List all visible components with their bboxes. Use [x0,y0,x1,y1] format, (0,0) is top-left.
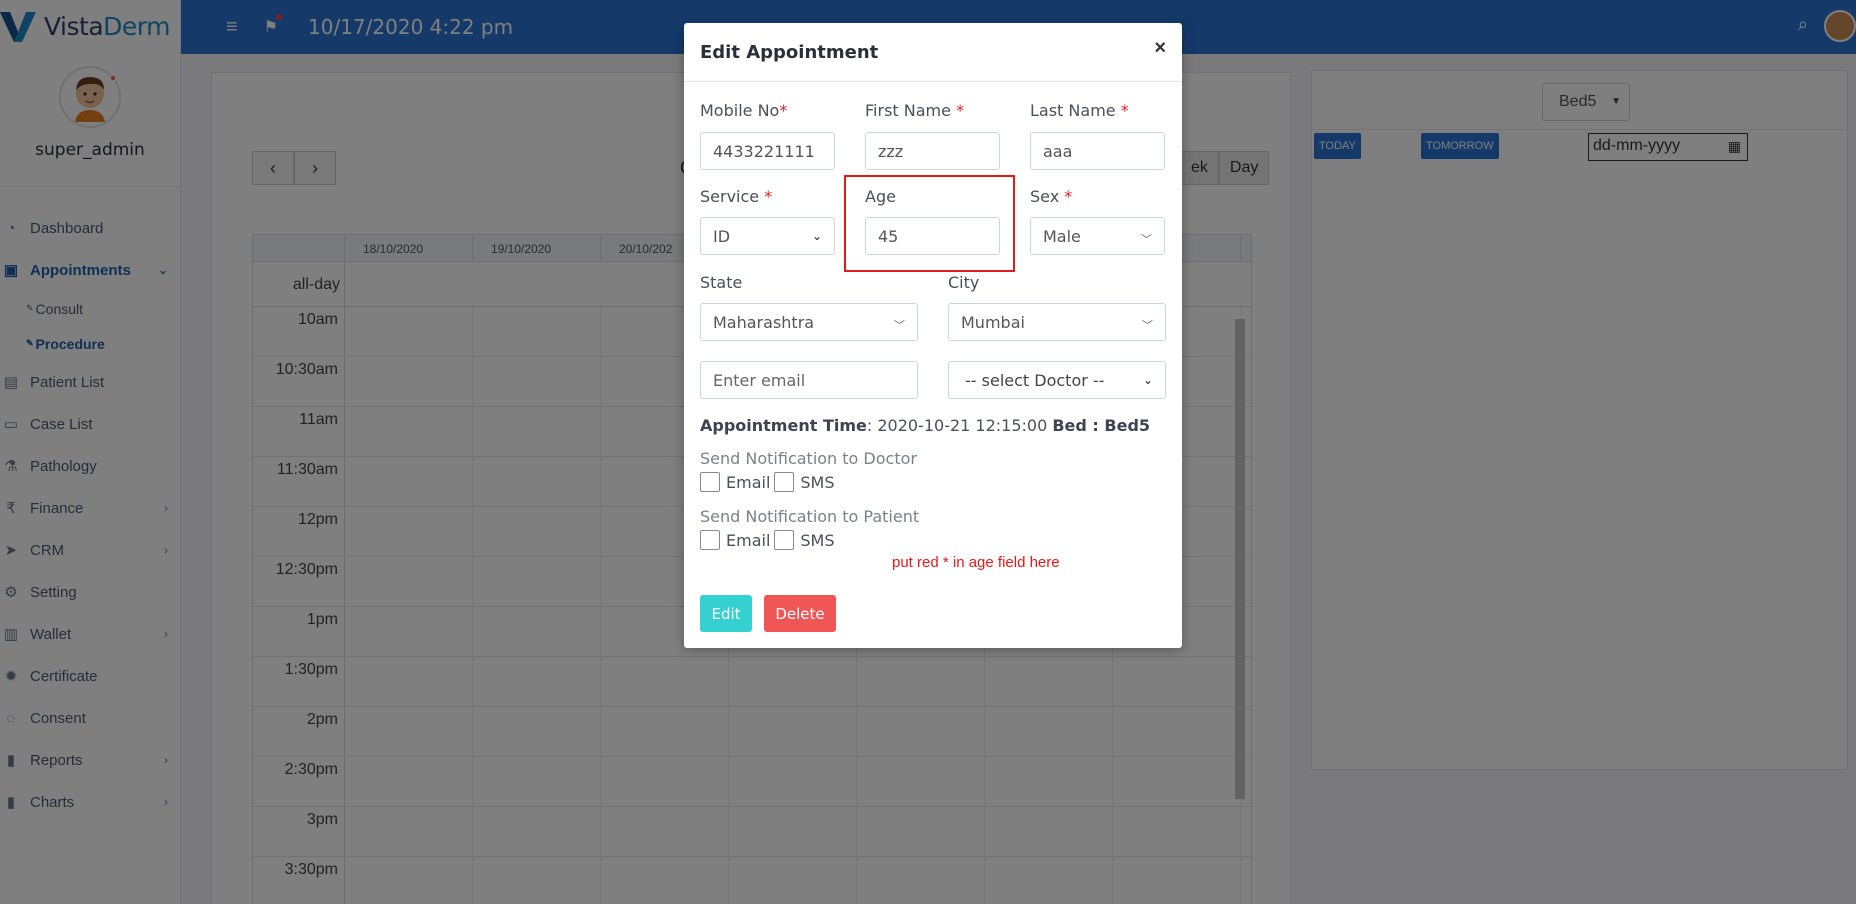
service-select-value: ID [713,226,731,246]
modal-title: Edit Appointment [700,41,879,63]
doctor-select[interactable]: -- select Doctor -- ⌄ [948,361,1166,399]
state-select[interactable]: Maharashtra ﹀ [700,303,918,341]
appointment-bed: Bed : Bed5 [1052,416,1151,435]
sex-select[interactable]: Male ﹀ [1030,217,1165,255]
chevron-down-icon: ﹀ [1142,319,1153,332]
chevron-down-icon: ⌄ [811,229,822,243]
chevron-down-icon: ﹀ [1141,233,1152,246]
checkbox-label: SMS [800,472,835,492]
sex-label: Sex * [1030,187,1073,206]
annotation-note: put red * in age field here [892,554,1060,571]
city-select[interactable]: Mumbai ﹀ [948,303,1166,341]
service-select[interactable]: ID ⌄ [700,217,835,255]
delete-button[interactable]: Delete [764,595,836,632]
notify-patient-sms-checkbox[interactable] [774,530,795,550]
chevron-down-icon: ﹀ [894,319,905,332]
last-name-field[interactable]: aaa [1030,132,1165,170]
last-name-label: Last Name * [1030,101,1129,120]
checkbox-label: Email [726,472,771,492]
chevron-down-icon: ⌄ [1142,373,1153,387]
notify-doctor-options: Email SMS [700,472,835,492]
state-label: State [700,273,743,292]
city-select-value: Mumbai [961,312,1025,332]
mobile-label: Mobile No* [700,101,788,120]
appointment-time: Appointment Time: 2020-10-21 12:15:00 Be… [700,416,1150,435]
service-label: Service * [700,187,773,206]
email-field[interactable]: Enter email [700,361,918,399]
edit-appointment-modal: Edit Appointment × Mobile No* 4433221111… [684,23,1182,648]
mobile-field[interactable]: 4433221111 [700,132,835,170]
checkbox-label: SMS [800,530,835,550]
doctor-select-value: -- select Doctor -- [965,370,1105,390]
appointment-time-value: : 2020-10-21 12:15:00 [866,416,1048,435]
first-name-label: First Name * [865,101,965,120]
sex-select-value: Male [1043,226,1081,246]
notify-doctor-sms-checkbox[interactable] [774,472,795,492]
appointment-time-label: Appointment Time [700,416,867,435]
edit-button[interactable]: Edit [700,595,752,632]
notify-patient-label: Send Notification to Patient [700,507,920,526]
notify-doctor-label: Send Notification to Doctor [700,449,917,468]
modal-header: Edit Appointment × [684,23,1182,82]
notify-doctor-email-checkbox[interactable] [700,472,720,492]
notify-patient-options: Email SMS [700,530,835,550]
age-annotation-box [844,175,1015,272]
state-select-value: Maharashtra [713,312,815,332]
close-button[interactable]: × [1154,37,1166,60]
first-name-field[interactable]: zzz [865,132,1000,170]
notify-patient-email-checkbox[interactable] [700,530,720,550]
city-label: City [948,273,980,292]
checkbox-label: Email [726,530,771,550]
